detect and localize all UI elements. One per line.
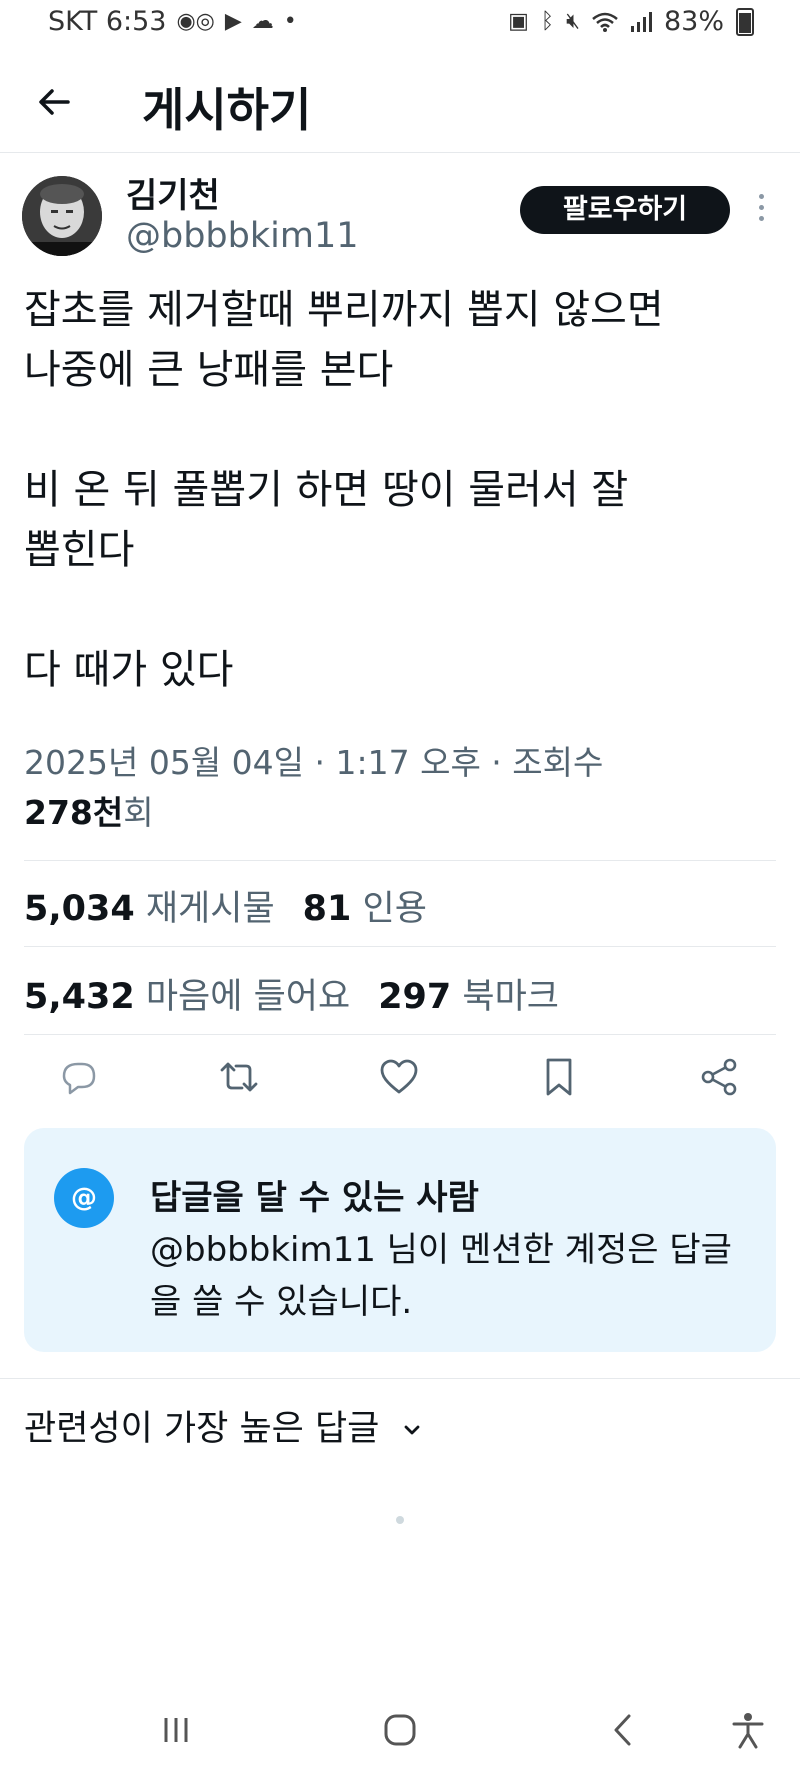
post-text: 잡초를 제거할때 뿌리까지 뽑지 않으면 나중에 큰 낭패를 본다 비 온 뒤 … — [24, 287, 664, 693]
views-count: 278천 — [24, 793, 124, 832]
quotes-label: 인용 — [362, 889, 427, 929]
home-icon[interactable] — [380, 1710, 420, 1750]
quotes-count: 81 — [302, 889, 352, 929]
reply-icon[interactable] — [56, 1054, 102, 1100]
system-nav-bar — [0, 1700, 800, 1760]
bluetooth-icon: ᛒ — [540, 9, 555, 34]
bookmark-icon[interactable] — [536, 1054, 582, 1100]
heart-icon[interactable] — [376, 1054, 422, 1100]
back-nav-icon[interactable] — [604, 1710, 644, 1750]
share-icon[interactable] — [696, 1054, 742, 1100]
dot-icon: • — [283, 9, 297, 34]
battery-percent: 83% — [663, 6, 724, 37]
battery-icon — [736, 7, 754, 36]
bookmarks-stat[interactable]: 297 북마크 — [378, 977, 559, 1017]
likes-label: 마음에 들어요 — [145, 977, 351, 1017]
status-right: ▣ ᛒ 🔇︎ 83% — [508, 6, 754, 37]
avatar[interactable] — [22, 176, 102, 256]
replies-sort-dropdown[interactable]: 관련성이 가장 높은 답글 — [24, 1400, 423, 1451]
post-views[interactable]: 278천회 — [24, 786, 154, 834]
divider — [24, 860, 776, 861]
reposts-stat[interactable]: 5,034 재게시물 — [24, 889, 275, 929]
stats-row-likes: 5,432 마음에 들어요 297 북마크 — [24, 968, 559, 1019]
accessibility-icon[interactable] — [728, 1710, 768, 1750]
voicemail-icon: ◉◎ — [176, 9, 215, 34]
loading-indicator — [396, 1516, 404, 1524]
top-bar: 게시하기 — [0, 52, 800, 153]
likes-count: 5,432 — [24, 977, 135, 1017]
reposts-count: 5,034 — [24, 889, 135, 929]
bookmarks-label: 북마크 — [462, 977, 559, 1017]
reply-restriction-description: @bbbbkim11 님이 멘션한 계정은 답글을 쓸 수 있습니다. — [150, 1230, 732, 1322]
bookmarks-count: 297 — [378, 977, 452, 1017]
reply-restriction-title: 답글을 달 수 있는 사람 — [150, 1178, 479, 1218]
views-unit: 회 — [123, 793, 154, 832]
quotes-stat[interactable]: 81 인용 — [303, 889, 427, 929]
follow-button[interactable]: 팔로우하기 — [520, 186, 730, 234]
author-name[interactable]: 김기천 — [126, 168, 220, 217]
author-handle[interactable]: @bbbbkim11 — [126, 216, 359, 256]
recent-apps-icon[interactable] — [156, 1710, 196, 1750]
youtube-icon: ▶ — [224, 9, 242, 34]
action-bar — [0, 1054, 800, 1110]
retweet-icon[interactable] — [216, 1054, 262, 1100]
page-title: 게시하기 — [142, 83, 312, 137]
signal-icon — [630, 11, 652, 32]
carrier-time: SKT 6:53 — [48, 6, 167, 37]
reply-restriction-card: @ 답글을 달 수 있는 사람 @bbbbkim11 님이 멘션한 계정은 답글… — [24, 1128, 776, 1352]
app-icon: ▣ — [508, 9, 529, 34]
status-bar: SKT 6:53 ◉◎ ▶ ☁ • ▣ ᛒ 🔇︎ 83% — [0, 0, 800, 48]
divider — [24, 1034, 776, 1035]
likes-stat[interactable]: 5,432 마음에 들어요 — [24, 977, 350, 1017]
replies-sort-label: 관련성이 가장 높은 답글 — [24, 1409, 380, 1449]
chevron-down-icon — [404, 1425, 419, 1435]
divider — [0, 1378, 800, 1379]
post-timestamp: 2025년 05월 04일 · 1:17 오후 · 조회수 — [24, 743, 604, 782]
stats-row-reposts: 5,034 재게시물 81 인용 — [24, 880, 427, 931]
weather-icon: ☁ — [251, 9, 274, 34]
arrow-left-icon[interactable] — [34, 82, 74, 122]
more-options-icon[interactable] — [754, 194, 768, 230]
status-left: SKT 6:53 ◉◎ ▶ ☁ • — [48, 6, 297, 37]
divider — [24, 946, 776, 947]
wifi-icon — [592, 12, 618, 32]
mention-icon: @ — [54, 1168, 114, 1228]
reposts-label: 재게시물 — [145, 889, 275, 929]
mute-icon: 🔇︎ — [566, 9, 580, 34]
